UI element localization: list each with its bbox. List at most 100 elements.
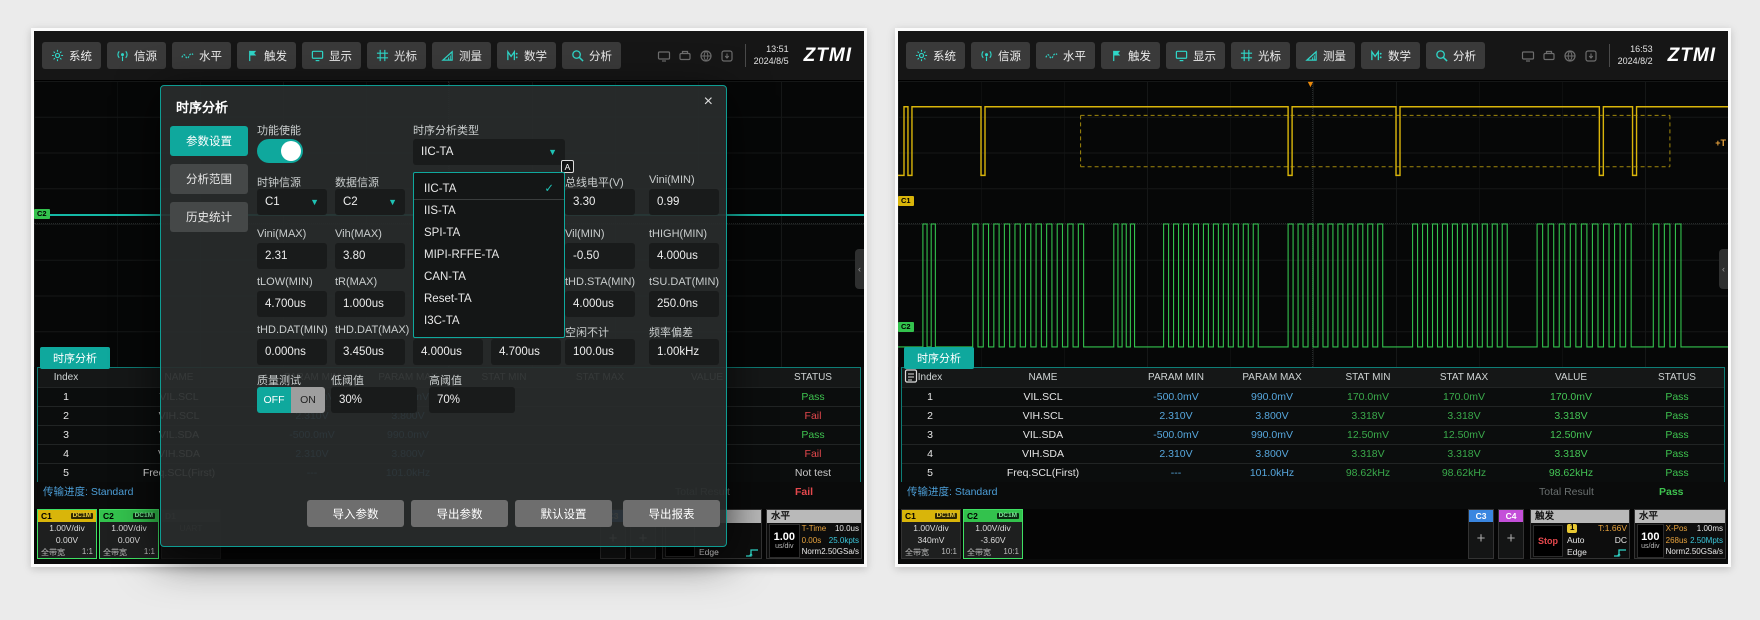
horizontal-panel[interactable]: 水平 1.00 us/div T-Time10.0us 0.00s25.0kpt… <box>766 509 862 559</box>
bus-level-field[interactable]: 3.30 <box>565 189 635 215</box>
dropdown-option-iic-ta[interactable]: IIC-TA✓ <box>414 178 564 200</box>
collapse-handle[interactable]: ‹ <box>855 249 864 289</box>
channel-c3-add[interactable]: C3+ <box>1468 509 1494 559</box>
tsu-dat-min-field[interactable]: 250.0ns <box>649 291 719 317</box>
trigger-type: Edge <box>1567 548 1587 557</box>
toolbar-button-source[interactable]: 信源 <box>107 42 166 69</box>
toolbar-button-horizontal[interactable]: 水平 <box>172 42 231 69</box>
trigger-sweep: Auto <box>1567 536 1585 545</box>
tab-history-stats[interactable]: 历史统计 <box>170 202 248 232</box>
toolbar-button-measure[interactable]: 测量 <box>432 42 491 69</box>
toolbar-button-gear[interactable]: 系统 <box>906 42 965 69</box>
channel-bar: C1DC1M 1.00V/div 340mV 全带宽10:1 C2DC1M 1.… <box>898 509 1728 559</box>
thd-dat-min-field[interactable]: 0.000ns <box>257 339 327 365</box>
default-settings-button[interactable]: 默认设置 <box>515 500 612 527</box>
toolbar-button-gear[interactable]: 系统 <box>42 42 101 69</box>
table-row[interactable]: 2VIH.SCL2.310V3.800V3.318V3.318V3.318VPa… <box>902 406 1724 425</box>
toolbar-button-source[interactable]: 信源 <box>971 42 1030 69</box>
timebase-scale[interactable]: 100 us/div <box>1637 524 1664 558</box>
trigger-panel[interactable]: 触发 Stop 1T:1.66V AutoDC Edge <box>1530 509 1630 559</box>
display-icon <box>1175 49 1188 62</box>
vini-min-field[interactable]: 0.99 <box>649 189 719 215</box>
import-params-button[interactable]: 导入参数 <box>307 500 404 527</box>
tlow-min-field[interactable]: 4.700us <box>257 291 327 317</box>
hidden-field-1[interactable]: 4.000us <box>413 339 483 365</box>
vil-min-field[interactable]: -0.50 <box>565 243 635 269</box>
idle-label: 空闲不计 <box>565 324 609 340</box>
oscilloscope-panel-right: 系统信源水平触发显示光标测量数学分析 16:53 2024/8/2 ZTMI ▼… <box>895 28 1731 567</box>
toolbar-button-trigger[interactable]: 触发 <box>237 42 296 69</box>
plus-icon[interactable]: + <box>1469 522 1493 556</box>
tlow-min-label: tLOW(MIN) <box>257 276 313 288</box>
dropdown-option-mipi-rffe-ta[interactable]: MIPI-RFFE-TA <box>414 244 564 266</box>
low-threshold-field[interactable]: 30% <box>331 387 417 413</box>
table-row[interactable]: 4VIH.SDA2.310V3.800V3.318V3.318V3.318VPa… <box>902 444 1724 463</box>
clock-source-select[interactable]: C1▼ <box>257 189 327 215</box>
c1-channel-tag[interactable]: C1 <box>898 196 914 206</box>
report-icon[interactable] <box>904 369 918 383</box>
toolbar-button-analyze[interactable]: 分析 <box>1426 42 1485 69</box>
trigger-mode[interactable]: Stop <box>1533 525 1563 557</box>
toolbar-button-math[interactable]: 数学 <box>497 42 556 69</box>
table-row[interactable]: 3VIL.SDA-500.0mV990.0mV12.50mV12.50mV12.… <box>902 425 1724 444</box>
toolbar-button-display[interactable]: 显示 <box>302 42 361 69</box>
plus-icon[interactable]: + <box>1499 522 1523 556</box>
horizontal-panel[interactable]: 水平 100 us/div X-Pos1.00ms 268us2.50Mpts … <box>1634 509 1726 559</box>
tr-max-field[interactable]: 1.000us <box>335 291 405 317</box>
toolbar-button-cursor[interactable]: 光标 <box>367 42 426 69</box>
high-threshold-field[interactable]: 70% <box>429 387 515 413</box>
tab-param-settings[interactable]: 参数设置 <box>170 126 248 156</box>
table-row[interactable]: 1VIL.SCL-500.0mV990.0mV170.0mV170.0mV170… <box>902 387 1724 406</box>
freq-deviation-field[interactable]: 1.00kHz <box>649 339 719 365</box>
timebase-scale[interactable]: 1.00 us/div <box>769 524 800 558</box>
trigger-position-marker[interactable]: ▼ <box>1306 79 1315 89</box>
sample-rate: 2.50GSa/s <box>821 548 859 557</box>
c2-channel-tag[interactable]: C2 <box>898 322 914 332</box>
toolbar-button-math[interactable]: 数学 <box>1361 42 1420 69</box>
tab-analysis-range[interactable]: 分析范围 <box>170 164 248 194</box>
coupling-badge: DC1M <box>935 513 957 520</box>
enable-toggle[interactable] <box>257 139 303 163</box>
analysis-type-select[interactable]: IIC-TA▼ <box>413 139 565 165</box>
toolbar-button-cursor[interactable]: 光标 <box>1231 42 1290 69</box>
c2-channel-tag[interactable]: C2 <box>34 209 50 219</box>
quality-test-switch[interactable]: OFF ON <box>257 387 325 413</box>
trigger-source-badge: 1 <box>1567 524 1577 533</box>
dropdown-option-can-ta[interactable]: CAN-TA <box>414 266 564 288</box>
toolbar-button-trigger[interactable]: 触发 <box>1101 42 1160 69</box>
hidden-field-2[interactable]: 4.700us <box>491 339 561 365</box>
dropdown-option-reset-ta[interactable]: Reset-TA <box>414 288 564 310</box>
trigger-level-marker[interactable]: +T <box>1715 138 1726 148</box>
channel-c1-box[interactable]: C1DC1M 1.00V/div 0.00V 全带宽1:1 <box>37 509 97 559</box>
vini-max-field[interactable]: 2.31 <box>257 243 327 269</box>
export-report-button[interactable]: 导出报表 <box>623 500 720 527</box>
export-params-button[interactable]: 导出参数 <box>411 500 508 527</box>
timing-analysis-button[interactable]: 时序分析 <box>40 347 110 369</box>
timing-analysis-button[interactable]: 时序分析 <box>904 347 974 369</box>
toolbar-button-horizontal[interactable]: 水平 <box>1036 42 1095 69</box>
toolbar-button-display[interactable]: 显示 <box>1166 42 1225 69</box>
collapse-handle[interactable]: ‹ <box>1719 249 1728 289</box>
data-source-select[interactable]: C2▼ <box>335 189 405 215</box>
idle-field[interactable]: 100.0us <box>565 339 635 365</box>
close-icon[interactable]: × <box>704 93 713 111</box>
thd-sta-min-label: tHD.STA(MIN) <box>565 276 635 288</box>
channel-c2-box[interactable]: C2DC1M 1.00V/div -3.60V 全带宽10:1 <box>963 509 1023 559</box>
quality-on-option[interactable]: ON <box>291 387 325 413</box>
horizontal-icon <box>1045 49 1058 62</box>
thigh-min-field[interactable]: 4.000us <box>649 243 719 269</box>
thd-dat-max-field[interactable]: 3.450us <box>335 339 405 365</box>
dropdown-option-i3c-ta[interactable]: I3C-TA <box>414 310 564 332</box>
quality-off-option[interactable]: OFF <box>257 387 291 413</box>
dropdown-option-spi-ta[interactable]: SPI-TA <box>414 222 564 244</box>
channel-c4-add[interactable]: C4+ <box>1498 509 1524 559</box>
toolbar-button-measure[interactable]: 测量 <box>1296 42 1355 69</box>
table-row[interactable]: 5Freq.SCL(First)---101.0kHz98.62kHz98.62… <box>902 463 1724 482</box>
thd-sta-min-field[interactable]: 4.000us <box>565 291 635 317</box>
channel-c1-box[interactable]: C1DC1M 1.00V/div 340mV 全带宽10:1 <box>901 509 961 559</box>
toolbar-button-analyze[interactable]: 分析 <box>562 42 621 69</box>
vih-max-field[interactable]: 3.80 <box>335 243 405 269</box>
dropdown-option-iis-ta[interactable]: IIS-TA <box>414 200 564 222</box>
edge-slope-icon <box>1613 548 1627 558</box>
channel-c2-box[interactable]: C2DC1M 1.00V/div 0.00V 全带宽1:1 <box>99 509 159 559</box>
